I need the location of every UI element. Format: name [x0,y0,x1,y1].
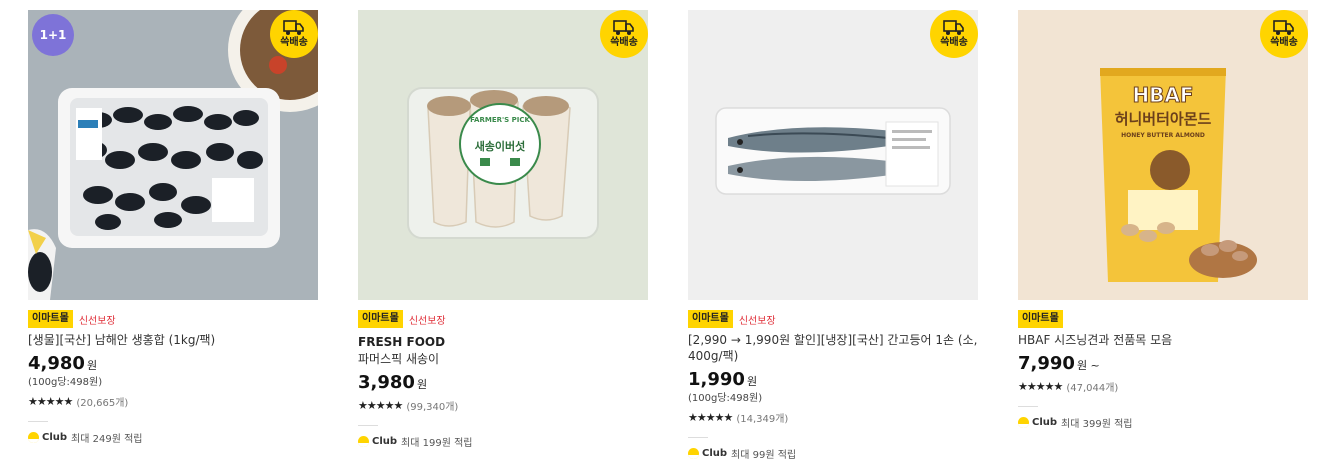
currency-label: 원 ~ [1076,359,1100,372]
club-label: Club [372,435,398,447]
club-icon [1018,416,1029,428]
snack-subtitle-label: HONEY BUTTER ALMOND [1121,132,1205,139]
product-image[interactable]: HBAF 허니버터아몬드 HONEY BUTTER ALMOND 쓱배송 [1018,10,1308,300]
club-reward-text: 최대 99원 적립 [731,449,797,461]
club-label: Club [1032,416,1058,428]
club-reward-text: 최대 249원 적립 [71,433,143,445]
product-price: 4,980 [28,353,85,374]
product-image[interactable]: FARMER'S PICK 새송이버섯 쓱배송 [358,10,648,300]
fresh-guarantee-tag: 신선보장 [408,315,446,327]
ssg-delivery-badge: 쓱배송 [270,10,318,58]
star-rating-icon: ★★★★★ [688,410,733,424]
product-info: 이마트몰 HBAF 시즈닝견과 전품목 모음 7,990 원 ~ ★★★★★ (… [1018,300,1308,430]
club-reward: Club 최대 249원 적립 [28,430,318,445]
unit-price: (100g당:498원) [28,377,103,388]
product-image[interactable]: 1+1 쓱배송 [28,10,318,300]
product-brand[interactable]: FRESH FOOD [358,334,648,350]
currency-label: 원 [746,375,758,388]
product-tags: 이마트몰 [1018,310,1308,328]
product-card[interactable]: 쓱배송 이마트몰 신선보장 [2,990 → 1,990원 할인][냉장][국산… [688,10,978,461]
currency-label: 원 [416,378,428,391]
ssg-delivery-badge: 쓱배송 [930,10,978,58]
product-price: 3,980 [358,372,415,393]
product-grid: 1+1 쓱배송 이마트몰 신선보장 [생물][국산] 남해안 생홍합 (1kg/… [0,0,1317,468]
mackerel-photo [688,10,978,300]
fresh-guarantee-tag: 신선보장 [738,315,776,327]
shipping-label: 쓱배송 [940,36,968,48]
product-price: 7,990 [1018,353,1075,374]
truck-icon [1273,19,1294,35]
rating: ★★★★★ (47,044개) [1018,378,1308,394]
shipping-label: 쓱배송 [610,36,638,48]
review-count: (20,665개) [76,397,129,409]
review-count: (99,340개) [406,401,459,413]
mushroom-photo: FARMER'S PICK 새송이버섯 [358,10,648,300]
truck-icon [283,19,304,35]
rating: ★★★★★ (14,349개) [688,409,978,425]
divider [28,421,48,422]
product-price: 1,990 [688,369,745,390]
product-tags: 이마트몰 신선보장 [688,310,978,328]
product-card[interactable]: FARMER'S PICK 새송이버섯 쓱배송 이마트몰 신선보장 FRESH … [358,10,648,449]
mussels-photo [28,10,318,300]
star-rating-icon: ★★★★★ [1018,379,1063,393]
club-reward: Club 최대 399원 적립 [1018,415,1308,430]
product-title[interactable]: [생물][국산] 남해안 생홍합 (1kg/팩) [28,332,318,348]
mushroom-brand-label: FARMER'S PICK [470,116,530,124]
review-count: (14,349개) [736,413,789,425]
divider [688,437,708,438]
product-tags: 이마트몰 신선보장 [358,310,648,328]
club-reward-text: 최대 399원 적립 [1061,418,1133,430]
currency-label: 원 [86,359,98,372]
star-rating-icon: ★★★★★ [28,394,73,408]
truck-icon [943,19,964,35]
product-title[interactable]: HBAF 시즈닝견과 전품목 모음 [1018,332,1308,348]
mall-tag: 이마트몰 [688,310,733,328]
mall-tag: 이마트몰 [1018,310,1063,328]
product-info: 이마트몰 신선보장 FRESH FOOD 파머스픽 새송이 3,980 원 ★★… [358,300,648,449]
truck-icon [613,19,634,35]
shipping-label: 쓱배송 [1270,36,1298,48]
mall-tag: 이마트몰 [358,310,403,328]
unit-price: (100g당:498원) [688,393,763,404]
product-title[interactable]: 파머스픽 새송이 [358,351,648,367]
mall-tag: 이마트몰 [28,310,73,328]
review-count: (47,044개) [1066,382,1119,394]
rating: ★★★★★ (99,340개) [358,397,648,413]
snack-name-label: 허니버터아몬드 [1115,110,1212,128]
club-label: Club [702,447,728,459]
club-reward: Club 최대 199원 적립 [358,434,648,449]
club-icon [358,435,369,447]
fresh-guarantee-tag: 신선보장 [78,315,116,327]
one-plus-one-badge: 1+1 [32,14,74,56]
product-title[interactable]: [2,990 → 1,990원 할인][냉장][국산] 간고등어 1손 (소, … [688,332,978,364]
ssg-delivery-badge: 쓱배송 [600,10,648,58]
product-card[interactable]: 1+1 쓱배송 이마트몰 신선보장 [생물][국산] 남해안 생홍합 (1kg/… [28,10,318,445]
product-card[interactable]: HBAF 허니버터아몬드 HONEY BUTTER ALMOND 쓱배송 이마트… [1018,10,1308,430]
shipping-label: 쓱배송 [280,36,308,48]
club-icon [688,447,699,459]
price-row: 3,980 원 [358,372,648,394]
almond-snack-photo: HBAF 허니버터아몬드 HONEY BUTTER ALMOND [1018,10,1308,300]
rating: ★★★★★ (20,665개) [28,393,318,409]
star-rating-icon: ★★★★★ [358,398,403,412]
snack-brand-label: HBAF [1132,83,1193,107]
product-tags: 이마트몰 신선보장 [28,310,318,328]
club-icon [28,431,39,443]
ssg-delivery-badge: 쓱배송 [1260,10,1308,58]
price-row: 7,990 원 ~ [1018,353,1308,375]
product-info: 이마트몰 신선보장 [생물][국산] 남해안 생홍합 (1kg/팩) 4,980… [28,300,318,445]
club-reward-text: 최대 199원 적립 [401,437,473,449]
divider [358,425,378,426]
club-reward: Club 최대 99원 적립 [688,446,978,461]
mushroom-product-label: 새송이버섯 [475,139,526,153]
price-row: 4,980 원 [28,353,318,375]
price-row: 1,990 원 [688,369,978,391]
product-info: 이마트몰 신선보장 [2,990 → 1,990원 할인][냉장][국산] 간고… [688,300,978,461]
club-label: Club [42,431,68,443]
divider [1018,406,1038,407]
product-image[interactable]: 쓱배송 [688,10,978,300]
